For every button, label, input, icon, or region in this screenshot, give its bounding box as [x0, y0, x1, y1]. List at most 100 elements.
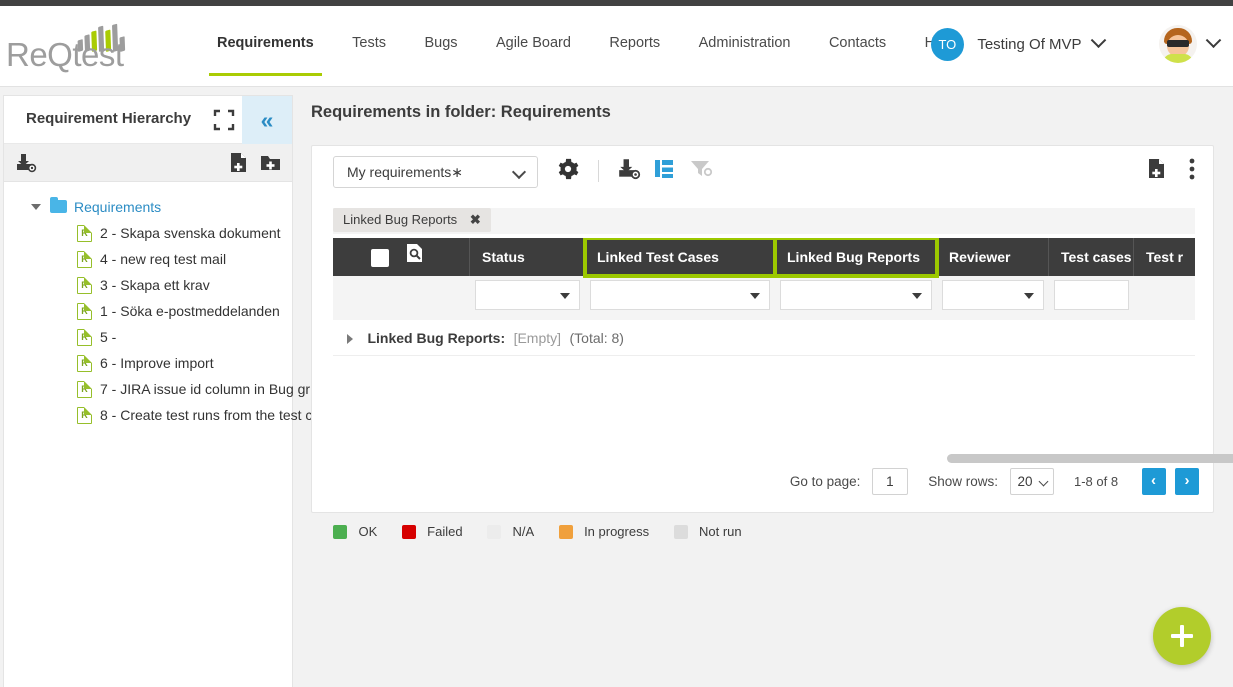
grid-header-linked-bug-reports[interactable]: Linked Bug Reports — [773, 238, 939, 278]
grid-horizontal-scrollbar[interactable] — [333, 454, 1233, 463]
sidebar-title: Requirement Hierarchy — [26, 110, 192, 127]
tree-item[interactable]: R 2 - Skapa svenska dokument — [4, 220, 292, 246]
active-filter-chips: Linked Bug Reports ✖ — [333, 208, 1195, 234]
kebab-menu-icon[interactable] — [1189, 158, 1195, 185]
sidebar-header: Requirement Hierarchy « — [4, 96, 292, 144]
result-range-label: 1-8 of 8 — [1074, 474, 1119, 489]
import-requirements-icon[interactable] — [15, 152, 37, 178]
rows-per-page-select[interactable]: 20 — [1009, 468, 1054, 495]
group-row-empty: [Empty] — [513, 330, 562, 346]
legend-item-not-run: Not run — [673, 523, 742, 541]
legend-swatch — [673, 524, 688, 539]
nav-item-bugs[interactable]: Bugs — [407, 6, 474, 87]
legend-label: N/A — [512, 524, 535, 540]
tree-item-label: 1 - Söka e-postmeddelanden — [100, 303, 280, 319]
chevron-down-icon — [560, 293, 570, 299]
grid-header-test-runs[interactable]: Test r — [1134, 238, 1195, 276]
nav-label: Agile Board — [495, 35, 571, 51]
chevron-down-icon — [511, 164, 527, 180]
chevron-down-icon — [1205, 31, 1222, 48]
collapse-sidebar-button[interactable]: « — [242, 96, 292, 144]
requirement-icon: R — [77, 251, 92, 268]
legend-label: OK — [358, 524, 378, 540]
organization-switcher[interactable]: TO Testing Of MVP — [930, 28, 1107, 66]
nav-label: Requirements — [217, 35, 314, 51]
grid-filter-reviewer[interactable] — [937, 280, 1049, 320]
nav-item-requirements[interactable]: Requirements — [200, 6, 331, 87]
requirement-icon: R — [77, 303, 92, 320]
close-icon[interactable]: ✖ — [470, 212, 481, 227]
grid-filter-linked-test-cases[interactable] — [585, 280, 775, 320]
legend-swatch — [333, 524, 347, 539]
nav-item-contacts[interactable]: Contacts — [812, 6, 903, 87]
select-all-checkbox[interactable] — [371, 249, 389, 268]
legend-item-na: N/A — [487, 523, 534, 541]
legend-item-in-progress: In progress — [558, 523, 650, 541]
requirement-icon: R — [77, 225, 92, 242]
app-root: ReQtest Requirements Tests Bugs Agile Bo… — [0, 0, 1233, 687]
grid-filter-linked-bug-reports[interactable] — [775, 280, 937, 320]
expand-fullscreen-icon[interactable] — [212, 108, 236, 132]
clear-filter-icon[interactable] — [690, 159, 713, 184]
nav-item-administration[interactable]: Administration — [682, 6, 808, 87]
grid-header-test-cases[interactable]: Test cases — [1049, 238, 1134, 276]
view-selector[interactable]: My requirements∗ — [333, 156, 538, 188]
tree-item[interactable]: R 5 - — [4, 324, 292, 350]
main-nav: Requirements Tests Bugs Agile Board Repo… — [200, 6, 971, 87]
tree-item[interactable]: R8 - Create test runs from the test case… — [4, 402, 342, 428]
double-chevron-left-icon: « — [260, 107, 274, 133]
filter-chip-linked-bug-reports[interactable]: Linked Bug Reports ✖ — [333, 208, 491, 232]
add-requirement-fab[interactable] — [1153, 607, 1211, 665]
requirement-icon: R — [77, 381, 92, 398]
tree-item-label: 2 - Skapa svenska dokument — [100, 225, 281, 241]
tree-item-label: 6 - Improve import — [100, 355, 214, 371]
scrollbar-thumb[interactable] — [947, 454, 1233, 463]
goto-page-label: Go to page: — [789, 474, 861, 489]
new-document-icon[interactable] — [1147, 158, 1166, 184]
logo-text: ReQtest — [6, 36, 124, 73]
legend-swatch — [487, 524, 502, 539]
chevron-right-icon[interactable] — [347, 333, 353, 344]
folder-icon — [50, 197, 67, 213]
nav-item-agile-board[interactable]: Agile Board — [479, 6, 588, 87]
page-number-input[interactable]: 1 — [871, 468, 908, 495]
legend-label: Not run — [699, 524, 742, 540]
new-document-icon[interactable] — [229, 152, 248, 178]
tree-item[interactable]: R 4 - new req test mail — [4, 246, 292, 272]
tree-item-label: 3 - Skapa ett krav — [100, 277, 210, 293]
import-requirements-icon[interactable] — [617, 157, 641, 185]
nav-label: Bugs — [424, 35, 458, 51]
view-selector-value: My requirements∗ — [347, 164, 463, 180]
grid-header-linked-test-cases[interactable]: Linked Test Cases — [583, 238, 777, 278]
user-menu[interactable] — [1158, 25, 1222, 63]
tree-item[interactable]: R 3 - Skapa ett krav — [4, 272, 292, 298]
org-initials-avatar: TO — [930, 28, 964, 61]
grid-header-status[interactable]: Status — [470, 238, 585, 276]
gear-icon[interactable] — [557, 158, 579, 185]
legend-swatch — [558, 524, 573, 539]
grid-filter-test-cases[interactable] — [1049, 280, 1134, 320]
legend-label: In progress — [584, 524, 650, 540]
nav-label: Administration — [698, 35, 791, 51]
legend-item-ok: OK — [333, 523, 377, 541]
grid-filter-status[interactable] — [470, 280, 585, 320]
grid-header-reviewer[interactable]: Reviewer — [937, 238, 1049, 276]
tree-item[interactable]: R 1 - Söka e-postmeddelanden — [4, 298, 292, 324]
tree-item-label: 7 - JIRA issue id column in Bug grid — [100, 381, 321, 397]
chevron-down-icon[interactable] — [31, 204, 41, 210]
legend-item-failed: Failed — [401, 523, 463, 541]
tree-item[interactable]: R 7 - JIRA issue id column in Bug grid — [4, 376, 321, 402]
reqtest-logo[interactable]: ReQtest — [6, 20, 136, 78]
new-folder-icon[interactable] — [260, 153, 281, 177]
hierarchy-tree-icon[interactable] — [654, 158, 676, 184]
sidebar-toolbar — [4, 144, 292, 182]
toolbar-divider — [598, 160, 599, 182]
nav-item-tests[interactable]: Tests — [335, 6, 403, 87]
tree-root-requirements[interactable]: Requirements — [4, 194, 292, 220]
tree-item[interactable]: R 6 - Improve import — [4, 350, 292, 376]
document-search-icon[interactable] — [405, 239, 424, 277]
grid-group-row[interactable]: Linked Bug Reports: [Empty] (Total: 8) — [333, 320, 1195, 356]
next-page-button[interactable]: › — [1175, 468, 1199, 495]
nav-item-reports[interactable]: Reports — [592, 6, 677, 87]
prev-page-button[interactable]: ‹ — [1141, 468, 1166, 495]
